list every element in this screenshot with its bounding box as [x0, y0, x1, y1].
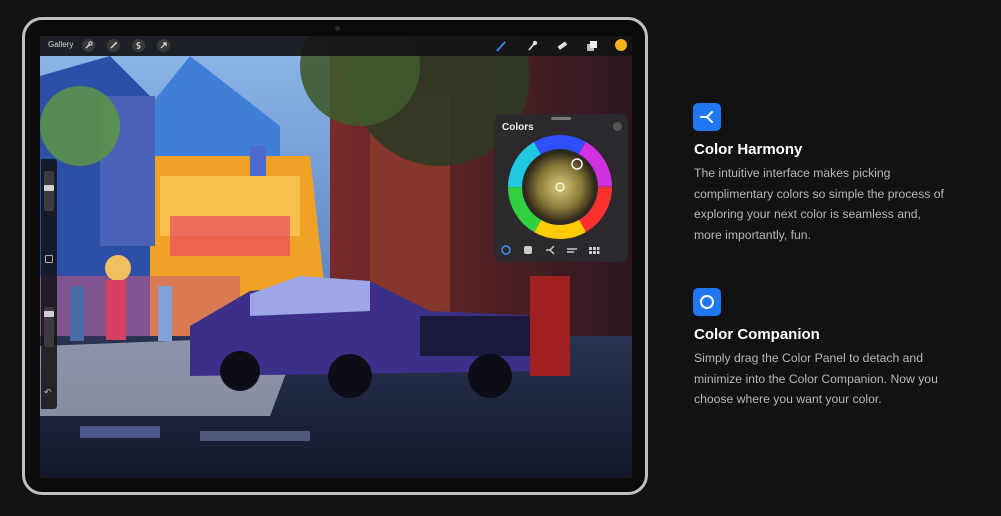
brush-icon[interactable]	[494, 39, 508, 53]
feature-color-harmony: Color Harmony The intuitive interface ma…	[693, 103, 983, 253]
color-disc[interactable]	[507, 134, 613, 245]
left-sidebar: ↶	[41, 159, 57, 409]
classic-icon[interactable]	[522, 243, 534, 255]
description-line: minimize into the Color Companion. Now y…	[694, 371, 938, 386]
description-line: complimentary colors so simple the proce…	[694, 186, 944, 201]
panel-drag-handle[interactable]	[551, 117, 571, 120]
smudge-icon[interactable]	[525, 39, 539, 53]
top-toolbar: Gallery	[40, 36, 632, 56]
description-line: choose where you want your color.	[694, 392, 882, 406]
brush-size-slider[interactable]	[44, 171, 54, 211]
opacity-knob[interactable]	[44, 311, 54, 317]
feature-title: Color Companion	[694, 326, 820, 343]
magic-wand-icon[interactable]	[107, 39, 120, 52]
feature-title: Color Harmony	[694, 141, 803, 158]
active-color-swatch[interactable]	[615, 39, 627, 51]
camera-dot	[335, 26, 340, 31]
modify-button[interactable]	[45, 255, 53, 263]
opacity-slider[interactable]	[44, 307, 54, 347]
brush-size-knob[interactable]	[44, 185, 54, 191]
layers-icon[interactable]	[585, 39, 599, 53]
disc-icon[interactable]	[500, 243, 512, 255]
description-line: Simply drag the Color Panel to detach an…	[694, 351, 923, 365]
feature-description: Simply drag the Color Panel to detach an…	[694, 348, 979, 410]
description-line: exploring your next color is seamless an…	[694, 207, 921, 221]
feature-color-companion: Color Companion Simply drag the Color Pa…	[693, 288, 983, 418]
colors-tab-bar	[494, 241, 628, 257]
feature-description: The intuitive interface makes picking co…	[694, 163, 979, 245]
color-companion-icon	[693, 288, 721, 316]
close-icon[interactable]	[613, 122, 622, 131]
harmony-icon	[693, 103, 721, 131]
colors-panel-title: Colors	[502, 122, 534, 133]
gallery-button[interactable]: Gallery	[48, 40, 73, 49]
description-line: more importantly, fun.	[694, 227, 811, 242]
colors-panel[interactable]: Colors	[494, 114, 628, 262]
palettes-icon[interactable]	[588, 243, 600, 255]
description-line: The intuitive interface makes picking	[694, 166, 891, 180]
undo-icon[interactable]: ↶	[44, 387, 52, 398]
value-icon[interactable]	[566, 243, 578, 255]
harmony-icon[interactable]	[544, 243, 556, 255]
canvas-screen[interactable]: Gallery ↶ Colors	[40, 36, 632, 478]
selection-icon[interactable]	[132, 39, 145, 52]
eraser-icon[interactable]	[555, 39, 569, 53]
wrench-icon[interactable]	[82, 39, 95, 52]
transform-arrow-icon[interactable]	[157, 39, 170, 52]
